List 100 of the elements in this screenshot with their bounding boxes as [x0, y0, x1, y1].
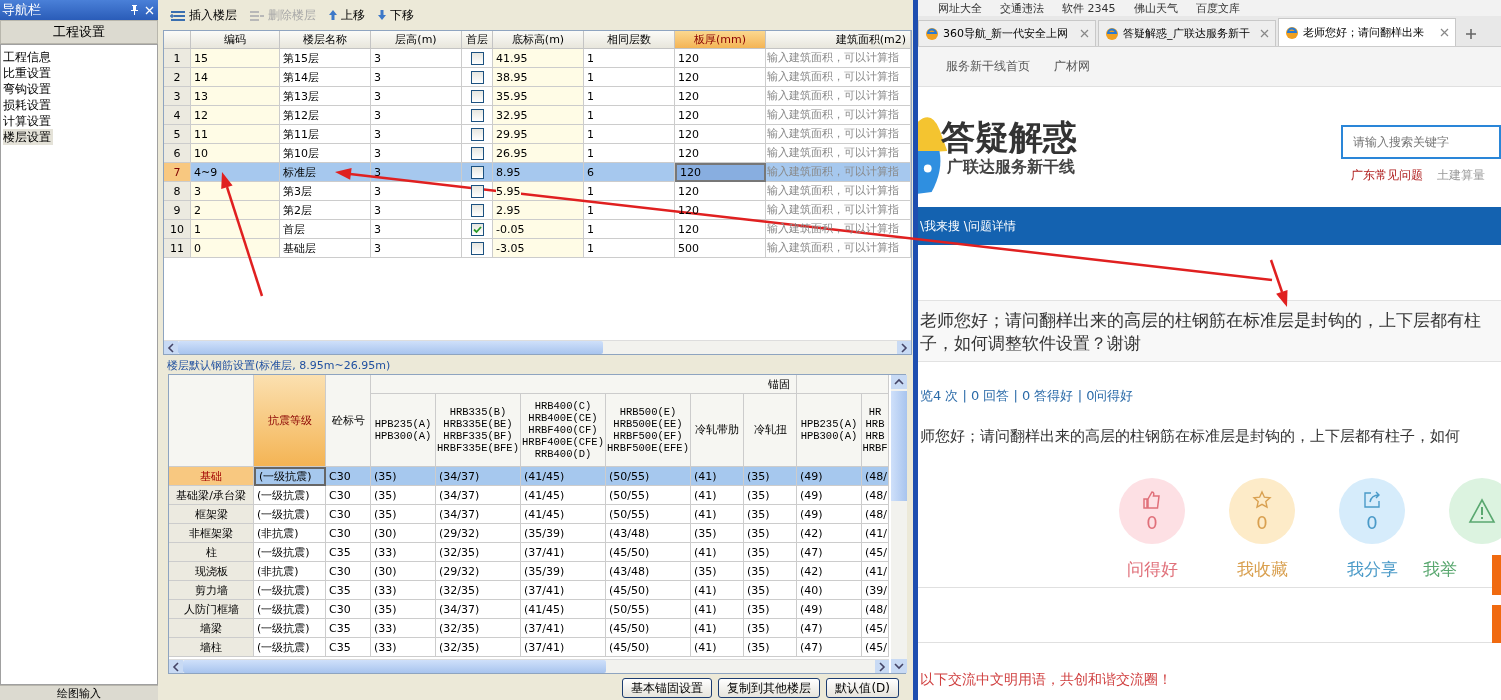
- column-header[interactable]: 砼标号: [326, 375, 371, 467]
- column-header[interactable]: HPB235(A) HPB300(A): [797, 394, 862, 467]
- nav-item[interactable]: 弯钩设置: [3, 81, 53, 97]
- table-row[interactable]: 基础梁/承台梁 (一级抗震) C30 (35) (34/37) (41/45) (50/55) (41) (35) (49) (48/: [169, 486, 889, 505]
- table-row[interactable]: 7 4~9 标准层 3 8.95 6 120 输入建筑面积，可以计算指: [164, 163, 911, 182]
- browser-tab[interactable]: 老师您好；请问翻样出来: [1278, 18, 1456, 46]
- table-row[interactable]: 人防门框墙 (一级抗震) C30 (35) (34/37) (41/45) (50/55) (41) (35) (49) (48/: [169, 600, 889, 619]
- dialog-button[interactable]: 复制到其他楼层: [718, 678, 821, 698]
- table-row[interactable]: 非框架梁 (非抗震) C30 (30) (29/32) (35/39) (43/48) (35) (35) (42) (41/: [169, 524, 889, 543]
- hot-link[interactable]: 广东常见问题: [1351, 166, 1423, 184]
- column-header[interactable]: 冷轧扭: [744, 394, 797, 467]
- table-row[interactable]: 墙柱 (一级抗震) C35 (33) (32/35) (37/41) (45/50) (41) (35) (47) (45/: [169, 638, 889, 657]
- nav-item[interactable]: 楼层设置: [3, 129, 53, 145]
- column-header[interactable]: 底标高(m): [493, 31, 584, 49]
- table-cell: 3: [371, 106, 462, 125]
- table-cell: 120: [675, 125, 766, 144]
- scroll-left-icon[interactable]: [169, 660, 183, 673]
- browser-tab[interactable]: 答疑解惑_广联达服务新干: [1098, 20, 1276, 46]
- table-row[interactable]: 1 15 第15层 3 41.95 1 120 输入建筑面积，可以计算指: [164, 49, 911, 68]
- column-header[interactable]: 楼层名称: [280, 31, 371, 49]
- column-header[interactable]: 冷轧带肋: [691, 394, 744, 467]
- vertical-scrollbar[interactable]: [891, 375, 907, 673]
- table-cell: (35): [744, 505, 797, 524]
- column-header[interactable]: HRB400(C) HRB400E(CE) HRBF400(CF) HRBF400E(CFE) RRB400(D): [521, 394, 606, 467]
- tab-title: 答疑解惑_广联达服务新干: [1123, 26, 1251, 41]
- table-cell: (45/: [862, 638, 889, 657]
- table-row[interactable]: 4 12 第12层 3 32.95 1 120 输入建筑面积，可以计算指: [164, 106, 911, 125]
- nav-item[interactable]: 工程信息: [3, 49, 53, 65]
- column-header[interactable]: 板厚(mm): [675, 31, 766, 49]
- search-field[interactable]: 请输入搜索关键字: [1341, 124, 1501, 159]
- dialog-button[interactable]: 默认值(D): [826, 678, 899, 698]
- table-cell: 120: [675, 49, 766, 68]
- column-header[interactable]: 抗震等级: [254, 375, 326, 467]
- column-header[interactable]: 建筑面积(m2): [766, 31, 911, 49]
- row-header: 柱: [169, 543, 254, 562]
- scroll-up-icon[interactable]: [891, 375, 907, 389]
- column-header[interactable]: 层高(m): [371, 31, 462, 49]
- scroll-right-icon[interactable]: [897, 341, 911, 354]
- bookmark-link[interactable]: 佛山天气: [1133, 0, 1178, 16]
- nav-item[interactable]: 损耗设置: [3, 97, 53, 113]
- column-header[interactable]: HR HRB HRB HRBF: [862, 394, 889, 467]
- bookmark-link[interactable]: 交通违法: [1000, 0, 1044, 16]
- table-row[interactable]: 基础 (一级抗震) C30 (35) (34/37) (41/45) (50/55) (41) (35) (49) (48/: [169, 467, 889, 486]
- column-header[interactable]: HRB500(E) HRB500E(EE) HRBF500(EF) HRBF500E(EFE): [606, 394, 691, 467]
- section-header[interactable]: 绘图输入: [0, 685, 158, 700]
- table-cell: 第14层: [280, 68, 371, 87]
- dialog-button[interactable]: 基本锚固设置: [622, 678, 713, 698]
- scroll-right-icon[interactable]: [875, 660, 889, 673]
- toolbar-button[interactable]: 下移: [374, 5, 417, 25]
- bookmark-link[interactable]: 软件 2345: [1062, 0, 1116, 16]
- column-header[interactable]: HRB335(B) HRB335E(BE) HRBF335(BF) HRBF335E(BFE): [436, 394, 521, 467]
- toolbar-button[interactable]: 插入楼层: [167, 5, 240, 25]
- scroll-left-icon[interactable]: [164, 341, 178, 354]
- column-header[interactable]: 编码: [191, 31, 280, 49]
- checkbox[interactable]: [470, 184, 484, 198]
- browser-tab[interactable]: 360导航_新一代安全上网: [918, 20, 1096, 46]
- horizontal-scrollbar[interactable]: [169, 659, 889, 673]
- row-number: 3: [164, 87, 191, 106]
- close-icon[interactable]: [1440, 28, 1449, 37]
- share-icon: [1362, 489, 1382, 510]
- table-row[interactable]: 框架梁 (一级抗震) C30 (35) (34/37) (41/45) (50/55) (41) (35) (49) (48/: [169, 505, 889, 524]
- table-row[interactable]: 8 3 第3层 3 5.95 1 120 输入建筑面积，可以计算指: [164, 182, 911, 201]
- scroll-down-icon[interactable]: [891, 659, 907, 673]
- checkbox[interactable]: [470, 241, 484, 255]
- checkbox[interactable]: [470, 108, 484, 122]
- down-arrow-icon: [377, 9, 387, 21]
- checkbox[interactable]: [470, 127, 484, 141]
- column-header[interactable]: HPB235(A) HPB300(A): [371, 394, 436, 467]
- close-icon[interactable]: [1260, 29, 1269, 38]
- checkbox[interactable]: [470, 89, 484, 103]
- table-row[interactable]: 11 0 基础层 3 -3.05 1 500 输入建筑面积，可以计算指: [164, 239, 911, 258]
- table-cell: 3: [191, 182, 280, 201]
- checkbox[interactable]: [470, 165, 484, 179]
- table-row[interactable]: 5 11 第11层 3 29.95 1 120 输入建筑面积，可以计算指: [164, 125, 911, 144]
- checkbox[interactable]: [470, 51, 484, 65]
- bookmark-link[interactable]: 百度文库: [1195, 0, 1240, 16]
- table-row[interactable]: 柱 (一级抗震) C35 (33) (32/35) (37/41) (45/50) (41) (35) (47) (45/: [169, 543, 889, 562]
- toolbar-button[interactable]: 上移: [325, 5, 368, 25]
- bookmark-link[interactable]: 网址大全: [938, 0, 982, 16]
- close-icon[interactable]: [1080, 29, 1089, 38]
- checkbox[interactable]: [470, 146, 484, 160]
- nav-link[interactable]: 广材网: [1054, 58, 1090, 75]
- breadcrumb: \我来搜 \问题详情: [920, 217, 1016, 235]
- table-row[interactable]: 剪力墙 (一级抗震) C35 (33) (32/35) (37/41) (45/50) (41) (35) (40) (39/: [169, 581, 889, 600]
- column-header[interactable]: 相同层数: [584, 31, 675, 49]
- nav-link[interactable]: 服务新干线首页: [946, 58, 1030, 75]
- table-row[interactable]: 2 14 第14层 3 38.95 1 120 输入建筑面积，可以计算指: [164, 68, 911, 87]
- section-header[interactable]: 工程设置: [0, 20, 158, 44]
- nav-item[interactable]: 比重设置: [3, 65, 53, 81]
- nav-item[interactable]: 计算设置: [3, 113, 53, 129]
- checkbox[interactable]: [470, 203, 484, 217]
- pin-icon[interactable]: [130, 5, 139, 15]
- table-row[interactable]: 3 13 第13层 3 35.95 1 120 输入建筑面积，可以计算指: [164, 87, 911, 106]
- checkbox[interactable]: [470, 70, 484, 84]
- table-row[interactable]: 墙梁 (一级抗震) C35 (33) (32/35) (37/41) (45/50) (41) (35) (47) (45/: [169, 619, 889, 638]
- column-header[interactable]: 首层: [462, 31, 493, 49]
- table-row[interactable]: 现浇板 (非抗震) C30 (30) (29/32) (35/39) (43/48) (35) (35) (42) (41/: [169, 562, 889, 581]
- horizontal-scrollbar[interactable]: [164, 340, 911, 354]
- table-cell: (45/50): [606, 619, 691, 638]
- checkbox[interactable]: [470, 222, 484, 236]
